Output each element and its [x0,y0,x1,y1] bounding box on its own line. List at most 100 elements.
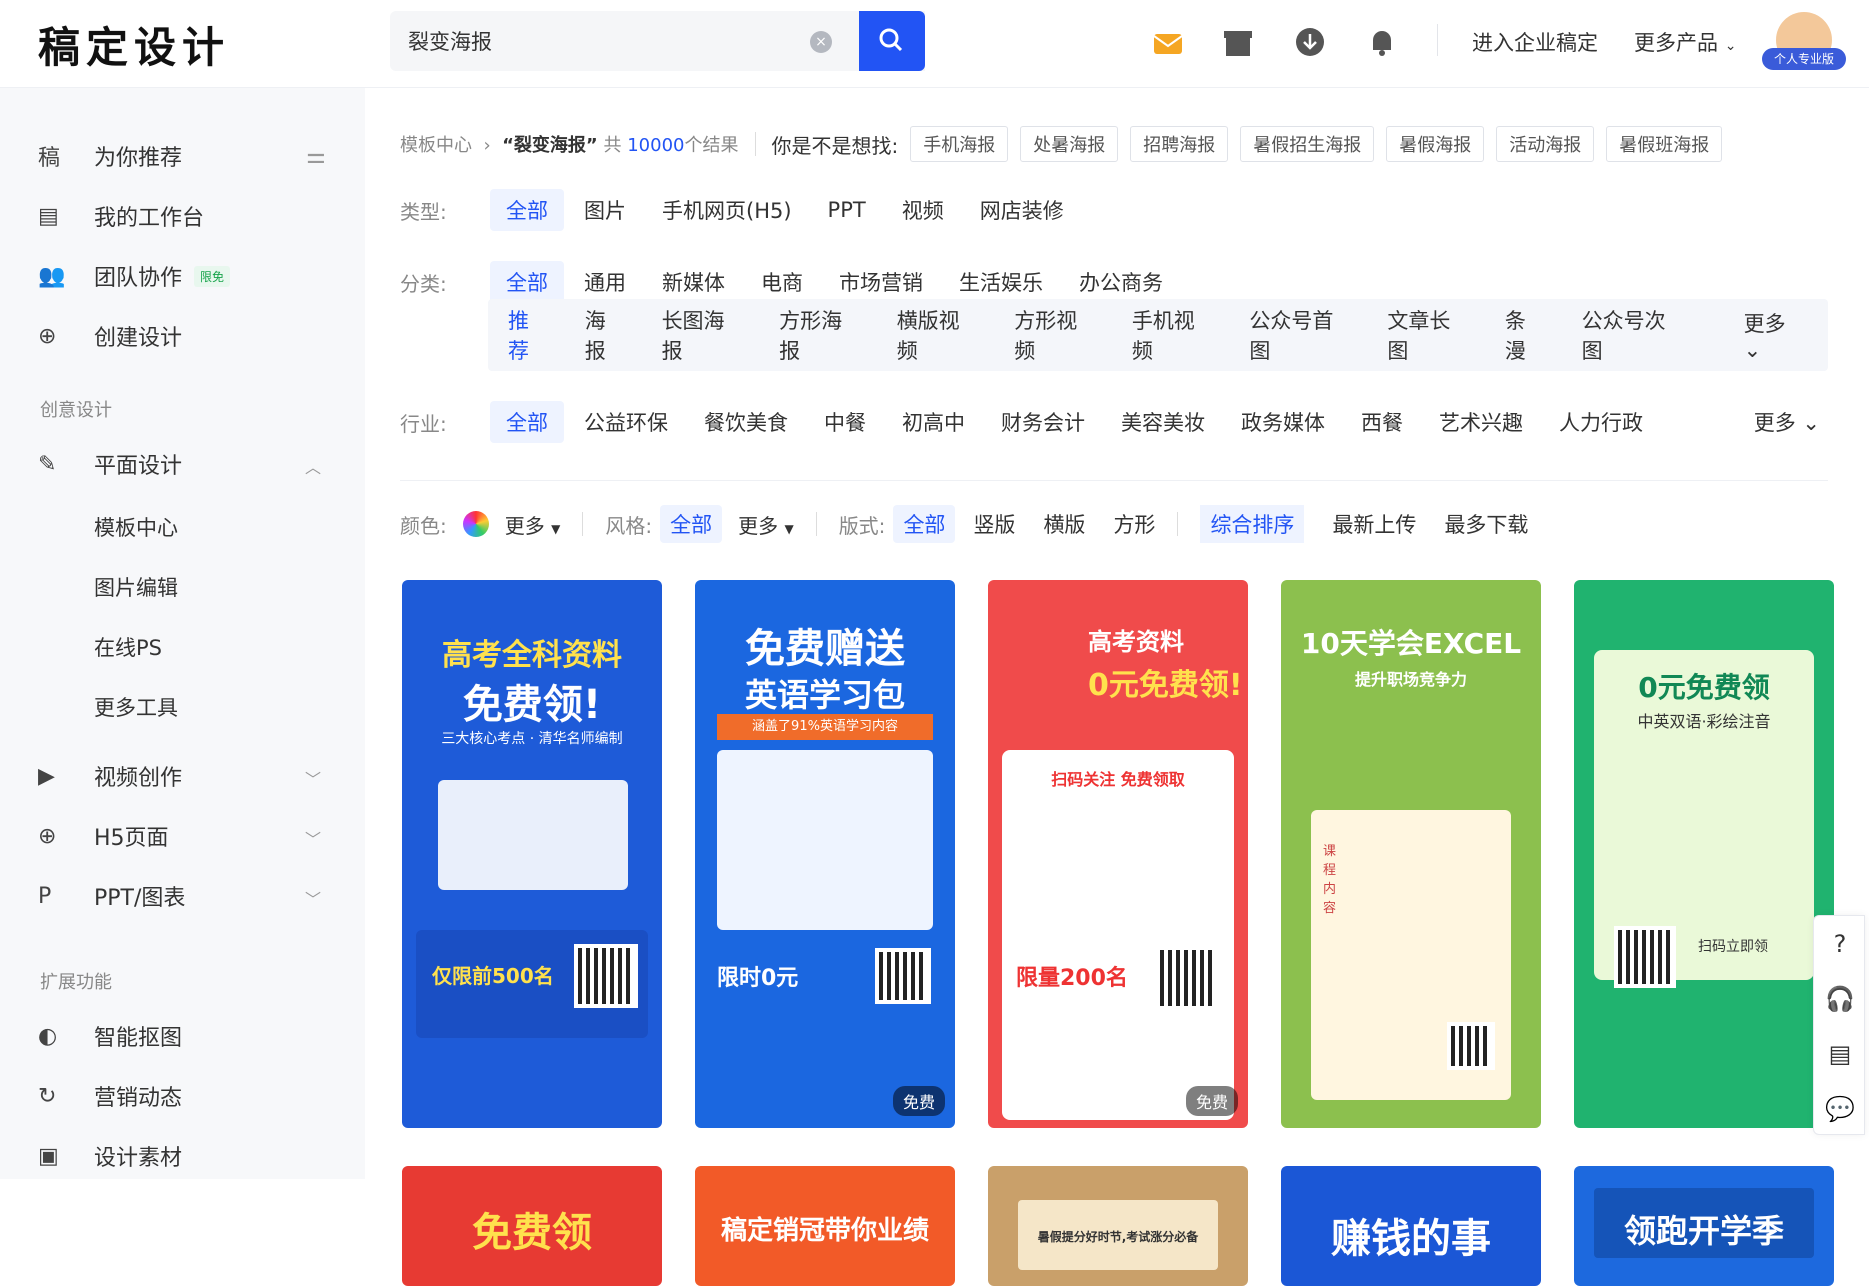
sidebar-sub-online-ps[interactable]: 在线PS [94,632,162,662]
style-more[interactable]: 更多 ▼ [738,510,794,539]
chip-industry[interactable]: 美容美妆 [1105,401,1221,443]
sidebar-sub-image-edit[interactable]: 图片编辑 [94,572,178,602]
sidebar-item-recommend[interactable]: 稿 为你推荐 ⚌ [38,136,326,176]
suggest-keyword[interactable]: 暑假海报 [1386,126,1485,162]
chip-category[interactable]: 生活娱乐 [943,261,1059,303]
template-card[interactable]: 10天学会EXCEL 提升职场竞争力 课程内容 [1281,580,1541,1128]
chevron-up-icon[interactable]: ︿ [305,454,321,478]
chip-industry[interactable]: 中餐 [808,401,882,443]
chip-industry[interactable]: 政务媒体 [1225,401,1341,443]
breadcrumb-root[interactable]: 模板中心 [400,135,472,156]
chip-category[interactable]: 新媒体 [646,261,741,303]
gift-envelope-icon[interactable] [1148,22,1188,62]
chip-sub-recommend[interactable]: 推荐 [492,299,565,371]
color-more[interactable]: 更多 ▼ [505,510,561,539]
chip-industry[interactable]: 艺术兴趣 [1423,401,1539,443]
chip-category-all[interactable]: 全部 [490,261,564,303]
app-logo[interactable]: 稿定设计 [38,14,230,75]
sidebar-sub-more-tools[interactable]: 更多工具 [94,692,178,722]
chip-industry[interactable]: 西餐 [1345,401,1419,443]
chip-industry[interactable]: 餐饮美食 [688,401,804,443]
chip-type[interactable]: 图片 [568,189,642,231]
more-products-menu[interactable]: 更多产品 ⌄ [1634,27,1736,57]
template-card[interactable]: 稿定销冠带你业绩 [695,1166,955,1286]
color-wheel-icon[interactable] [462,511,489,537]
sidebar-item-cutout[interactable]: ◐ 智能抠图 [38,1016,182,1056]
layout-all[interactable]: 全部 [893,505,956,543]
industry-more[interactable]: 更多 ⌄ [1738,401,1836,443]
chip-industry[interactable]: 初高中 [886,401,981,443]
subcategory-more[interactable]: 更多 ⌄ [1728,302,1824,368]
layout-square[interactable]: 方形 [1113,509,1155,539]
chip-category[interactable]: 电商 [745,261,819,303]
chip-industry[interactable]: 人力行政 [1543,401,1659,443]
chip-category[interactable]: 通用 [568,261,642,303]
chip-sub[interactable]: 条漫 [1489,299,1562,371]
sidebar-item-team[interactable]: 👥 团队协作 限免 [38,256,231,296]
chip-category[interactable]: 办公商务 [1063,261,1179,303]
notes-icon[interactable]: ▤ [1814,1026,1866,1081]
clear-icon[interactable]: × [810,31,832,53]
template-card[interactable]: 高考资料 0元免费领! 扫码关注 免费领取 限量200名 免费 [988,580,1248,1128]
chip-category[interactable]: 市场营销 [823,261,939,303]
chip-type-all[interactable]: 全部 [490,189,564,231]
template-card[interactable]: 高考全科资料 免费领! 三大核心考点 · 清华名师编制 仅限前500名 [402,580,662,1128]
feedback-icon[interactable]: 💬 [1814,1081,1866,1136]
chip-industry[interactable]: 公益环保 [568,401,684,443]
chip-sub[interactable]: 长图海报 [646,299,760,371]
search-button[interactable] [859,11,925,71]
sort-newest[interactable]: 最新上传 [1332,509,1416,539]
chevron-down-icon[interactable]: ﹀ [305,826,321,850]
search-input[interactable] [390,11,810,71]
style-all[interactable]: 全部 [660,505,723,543]
sidebar-item-create[interactable]: ⊕ 创建设计 [38,316,182,356]
chevron-down-icon[interactable]: ﹀ [305,766,321,790]
template-card[interactable]: 领跑开学季 [1574,1166,1834,1286]
template-card[interactable]: 免费赠送 英语学习包 涵盖了91%英语学习内容 限时0元 免费 [695,580,955,1128]
sidebar-item-video[interactable]: ▶ 视频创作 [38,756,182,796]
suggest-keyword[interactable]: 处暑海报 [1020,126,1119,162]
chip-type[interactable]: PPT [812,192,882,228]
enterprise-link[interactable]: 进入企业稿定 [1472,27,1598,57]
chip-sub[interactable]: 公众号首图 [1233,299,1367,371]
suggest-keyword[interactable]: 招聘海报 [1130,126,1229,162]
chevron-down-icon[interactable]: ﹀ [305,886,321,910]
chip-sub[interactable]: 公众号次图 [1566,299,1700,371]
suggest-keyword[interactable]: 暑假班海报 [1606,126,1723,162]
layout-vertical[interactable]: 竖版 [973,509,1015,539]
chip-type[interactable]: 网店装修 [964,189,1080,231]
bell-icon[interactable] [1362,22,1402,62]
template-card[interactable]: 0元免费领 中英双语·彩绘注音 扫码立即领 [1574,580,1834,1128]
headset-icon[interactable]: 🎧 [1814,971,1866,1026]
settings-sliders-icon[interactable]: ⚌ [306,144,326,169]
chip-industry-all[interactable]: 全部 [490,401,564,443]
chip-type[interactable]: 手机网页(H5) [646,189,808,231]
help-icon[interactable]: ? [1814,916,1866,971]
template-card[interactable]: 免费领 [402,1166,662,1286]
suggest-keyword[interactable]: 活动海报 [1496,126,1595,162]
sidebar-item-ppt[interactable]: P PPT/图表 [38,876,185,916]
template-card[interactable]: 赚钱的事 [1281,1166,1541,1286]
sidebar-item-h5[interactable]: ⊕ H5页面 [38,816,169,856]
sidebar-sub-template-center[interactable]: 模板中心 [94,512,178,542]
template-card[interactable]: 暑假提分好时节,考试涨分必备 [988,1166,1248,1286]
chip-sub[interactable]: 手机视频 [1116,299,1230,371]
chip-sub[interactable]: 横版视频 [881,299,995,371]
chip-sub[interactable]: 海报 [569,299,642,371]
chip-industry[interactable]: 财务会计 [985,401,1101,443]
suggest-keyword[interactable]: 手机海报 [910,126,1009,162]
sidebar-item-materials[interactable]: ▣ 设计素材 [38,1136,182,1176]
chip-sub[interactable]: 方形视频 [998,299,1112,371]
sort-comprehensive[interactable]: 综合排序 [1200,505,1305,543]
layout-horizontal[interactable]: 横版 [1043,509,1085,539]
download-icon[interactable] [1290,22,1330,62]
sort-downloads[interactable]: 最多下载 [1444,509,1528,539]
chip-type[interactable]: 视频 [886,189,960,231]
sidebar-item-workspace[interactable]: ▤ 我的工作台 [38,196,204,236]
chip-sub[interactable]: 文章长图 [1371,299,1485,371]
gift-icon[interactable] [1218,22,1258,62]
chip-sub[interactable]: 方形海报 [763,299,877,371]
sidebar-item-marketing[interactable]: ↻ 营销动态 [38,1076,182,1116]
sidebar-item-graphic-design[interactable]: ✎ 平面设计 [38,444,182,484]
suggest-keyword[interactable]: 暑假招生海报 [1240,126,1375,162]
